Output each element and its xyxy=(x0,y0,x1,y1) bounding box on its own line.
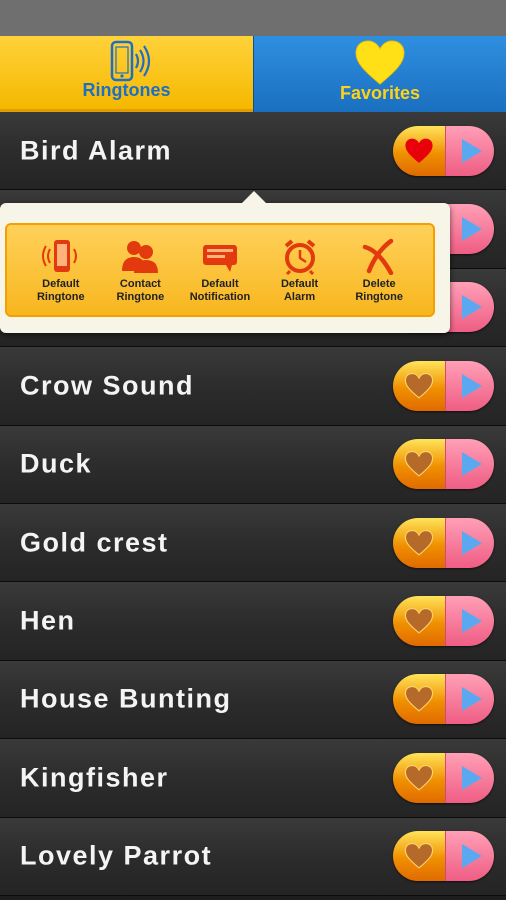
heart-outline-icon xyxy=(404,686,434,713)
tab-bar: Ringtones Favorites xyxy=(0,36,506,112)
ringtone-title: Gold crest xyxy=(20,527,169,558)
action-contact-ringtone[interactable]: Contact Ringtone xyxy=(101,236,179,304)
list-item[interactable]: Gold crest xyxy=(0,503,506,583)
play-icon xyxy=(462,295,482,320)
action-label: Default Alarm xyxy=(280,278,319,303)
play-icon xyxy=(462,609,482,634)
ringtone-controls xyxy=(393,674,494,725)
action-delete-ringtone[interactable]: Delete Ringtone xyxy=(340,236,418,304)
heart-outline-icon xyxy=(404,764,434,791)
play-button[interactable] xyxy=(445,125,494,176)
ringtone-controls xyxy=(393,517,494,568)
list-item[interactable]: Lovely Parrot xyxy=(0,817,506,896)
heart-outline-icon xyxy=(404,608,434,634)
play-icon xyxy=(462,373,482,398)
ringtone-controls xyxy=(393,125,494,176)
action-default-alarm[interactable]: Default Alarm xyxy=(261,236,339,304)
action-default-ringtone[interactable]: Default Ringtone xyxy=(22,236,100,304)
ringtone-title: Crow Sound xyxy=(20,370,194,401)
tab-ringtones[interactable]: Ringtones xyxy=(0,36,253,112)
play-icon xyxy=(462,217,482,242)
favorite-button[interactable] xyxy=(393,517,445,568)
ringtone-title: House Bunting xyxy=(20,683,232,714)
heart-outline-icon xyxy=(404,372,434,399)
alarm-clock-icon xyxy=(278,236,322,276)
ringtone-title: Duck xyxy=(20,448,93,479)
ringtone-controls xyxy=(393,831,494,882)
play-button[interactable] xyxy=(445,204,494,255)
delete-icon xyxy=(357,236,401,276)
ringtone-title: Kingfisher xyxy=(20,762,169,793)
list-item[interactable]: Duck xyxy=(0,425,506,504)
play-icon xyxy=(462,138,482,163)
phone-vibrate-icon xyxy=(100,40,154,89)
ringtone-title: Hen xyxy=(20,605,76,636)
favorite-button[interactable] xyxy=(393,596,445,647)
heart-outline-icon xyxy=(404,843,434,869)
ringtone-controls xyxy=(393,596,494,647)
favorite-button[interactable] xyxy=(393,439,445,490)
tab-favorites[interactable]: Favorites xyxy=(253,36,506,112)
play-button[interactable] xyxy=(445,674,494,725)
list-item[interactable]: Hen xyxy=(0,582,506,661)
play-button[interactable] xyxy=(445,360,494,411)
ringtone-actions-popup: Default Ringtone Contact Ringtone Defaul… xyxy=(0,191,450,333)
heart-filled-icon xyxy=(405,138,433,163)
play-button[interactable] xyxy=(445,596,494,647)
action-label: Default Ringtone xyxy=(36,278,85,303)
list-item[interactable]: Kingfisher xyxy=(0,739,506,818)
contacts-icon xyxy=(118,236,162,276)
phone-ring-icon xyxy=(39,236,83,276)
favorite-button[interactable] xyxy=(393,831,445,882)
play-icon xyxy=(462,687,482,712)
play-button[interactable] xyxy=(445,517,494,568)
ringtone-title: Bird Alarm xyxy=(20,135,173,166)
play-icon xyxy=(462,765,482,790)
heart-icon xyxy=(355,40,405,91)
list-item[interactable]: Crow Sound xyxy=(0,347,506,426)
action-label: Contact Ringtone xyxy=(116,278,165,303)
action-label: Delete Ringtone xyxy=(355,278,403,303)
popup-action-bar: Default Ringtone Contact Ringtone Defaul… xyxy=(5,223,435,317)
play-button[interactable] xyxy=(445,439,494,490)
list-item[interactable]: House Bunting xyxy=(0,660,506,740)
status-bar xyxy=(0,0,506,36)
favorite-button[interactable] xyxy=(393,125,445,176)
action-default-notification[interactable]: Default Notification xyxy=(181,236,259,304)
action-label: Default Notification xyxy=(189,278,251,303)
popup-pointer xyxy=(242,191,266,203)
heart-outline-icon xyxy=(404,451,434,477)
play-button[interactable] xyxy=(445,752,494,803)
ringtone-controls xyxy=(393,439,494,490)
play-button[interactable] xyxy=(445,282,494,333)
play-icon xyxy=(462,844,482,869)
ringtone-title: Lovely Parrot xyxy=(20,840,213,871)
play-button[interactable] xyxy=(445,831,494,882)
favorite-button[interactable] xyxy=(393,674,445,725)
play-icon xyxy=(462,530,482,555)
notification-icon xyxy=(198,236,242,276)
list-item[interactable]: Bird Alarm xyxy=(0,112,506,191)
ringtone-controls xyxy=(393,752,494,803)
ringtone-controls xyxy=(393,360,494,411)
heart-outline-icon xyxy=(404,529,434,556)
favorite-button[interactable] xyxy=(393,752,445,803)
play-icon xyxy=(462,452,482,477)
favorite-button[interactable] xyxy=(393,360,445,411)
